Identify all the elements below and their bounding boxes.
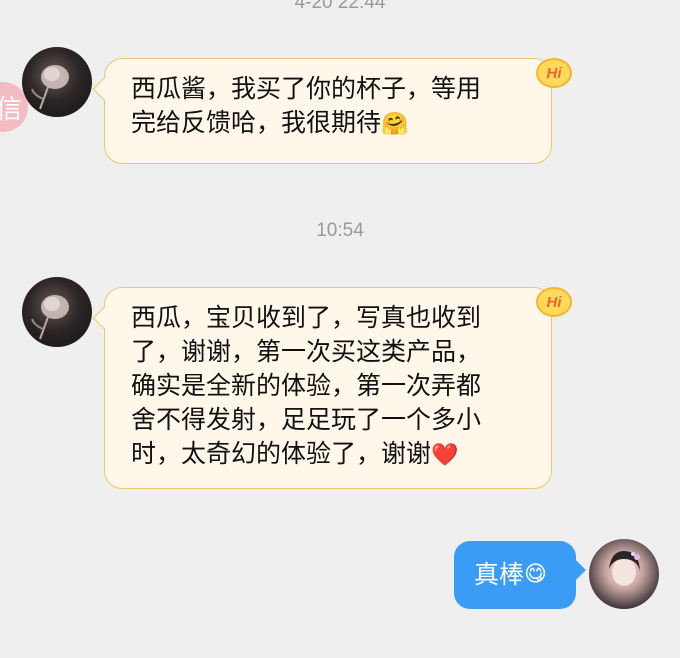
contact-avatar[interactable]: [22, 277, 92, 347]
message-bubble-3[interactable]: 真棒 😋: [454, 541, 576, 609]
message-2-line-1: 西瓜，宝贝收到了，写真也收到: [131, 303, 482, 332]
message-2-line-5: 时，太奇幻的体验了，谢谢❤️: [131, 439, 459, 468]
self-avatar[interactable]: [589, 539, 659, 609]
message-bubble-2[interactable]: 西瓜，宝贝收到了，写真也收到 了，谢谢，第一次买这类产品， 确实是全新的体验，第…: [104, 287, 552, 489]
yum-emoji-icon: 😋: [524, 562, 547, 587]
message-1-line-2: 完给反馈哈，我很期待🤗: [131, 108, 409, 137]
message-bubble-1[interactable]: 西瓜酱，我买了你的杯子，等用 完给反馈哈，我很期待🤗: [104, 58, 552, 164]
heart-emoji-icon: ❤️: [431, 443, 459, 468]
flower-icon: [31, 65, 69, 110]
timestamp-middle: 10:54: [316, 220, 364, 241]
hi-badge-icon: Hi: [536, 287, 572, 317]
contact-avatar[interactable]: [22, 47, 92, 117]
message-2-line-4: 舍不得发射，足足玩了一个多小: [131, 405, 482, 434]
flower-icon: [31, 295, 69, 340]
hi-badge-icon: Hi: [536, 58, 572, 88]
message-1-line-1: 西瓜酱，我买了你的杯子，等用: [131, 74, 482, 103]
message-2-line-2: 了，谢谢，第一次买这类产品，: [131, 337, 482, 366]
timestamp-top: 4-20 22:44: [294, 0, 386, 13]
message-2-line-3: 确实是全新的体验，第一次弄都: [131, 371, 482, 400]
person-icon: [609, 551, 640, 586]
message-3-text: 真棒: [474, 560, 525, 589]
hug-emoji-icon: 🤗: [381, 112, 409, 137]
